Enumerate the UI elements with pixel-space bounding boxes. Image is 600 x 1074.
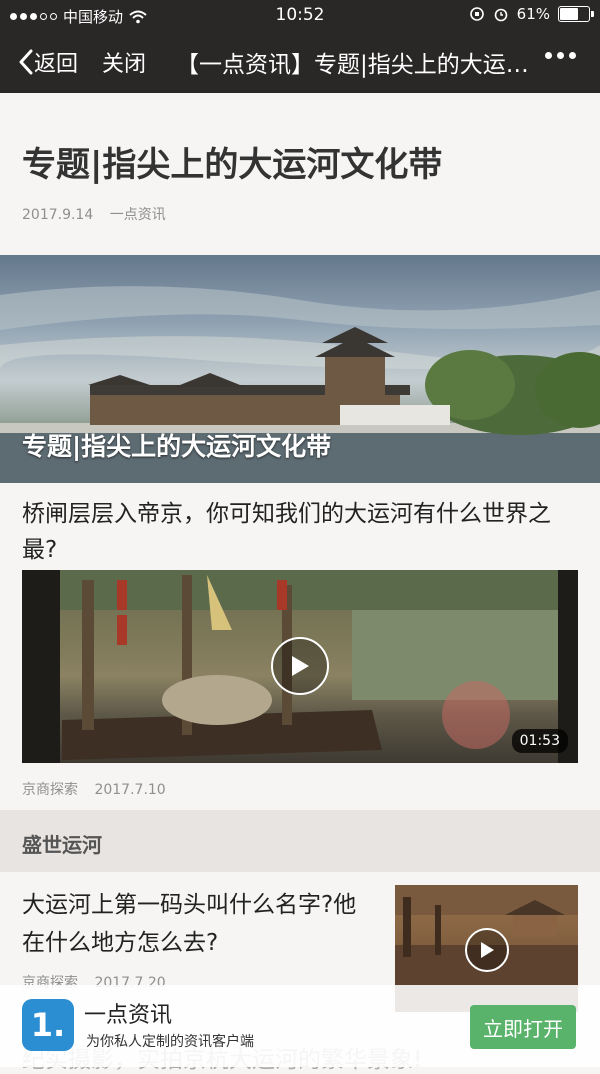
chevron-left-icon [19,49,33,75]
article-header: 专题|指尖上的大运河文化带 2017.9.14 一点资讯 [0,93,600,255]
feature-question[interactable]: 桥闸层层入帝京，你可知我们的大运河有什么世界之最? [22,496,582,568]
app-logo: 1. [22,999,74,1051]
video-play-button[interactable] [271,637,329,695]
battery-percent: 61% [516,5,550,23]
battery-icon [558,6,594,22]
banner-caption: 专题|指尖上的大运河文化带 [22,432,332,461]
open-app-button[interactable]: 立即打开 [470,1005,576,1049]
app-name: 一点资讯 [84,1003,173,1028]
article-title: 专题|指尖上的大运河文化带 [22,145,443,185]
video-date: 2017.7.10 [94,782,166,798]
play-icon [481,942,494,958]
article-source: 一点资讯 [109,207,166,223]
alarm-icon [494,8,507,22]
top-bar: 中国移动 10:52 61% 返回 关闭 【一点资讯】专题|指尖上的大运河 [0,0,600,93]
article-meta: 2017.9.14 一点资讯 [22,204,178,224]
video-player[interactable]: 01:53 [22,570,578,763]
app-slogan: 为你私人定制的资讯客户端 [86,1034,254,1050]
page-title: 【一点资讯】专题|指尖上的大运河文化带 [176,52,531,78]
section-header: 盛世运河 [0,810,600,872]
back-label: 返回 [34,52,79,77]
video-source: 京商探索 [22,782,78,798]
video-meta: 京商探索 2017.7.10 [22,779,178,799]
back-button[interactable]: 返回 [18,46,78,78]
banner-image[interactable]: 专题|指尖上的大运河文化带 [0,255,600,483]
list-item-title: 大运河上第一码头叫什么名字?他在什么地方怎么去? [22,892,357,956]
nav-bar: 返回 关闭 【一点资讯】专题|指尖上的大运河文化带 [0,30,600,93]
article-date: 2017.9.14 [22,207,94,223]
orientation-lock-icon [469,7,484,21]
more-dots-icon[interactable] [545,52,576,59]
play-icon [292,656,309,676]
thumbnail-play-button[interactable] [465,928,509,972]
app-download-banner: 1. 一点资讯 为你私人定制的资讯客户端 立即打开 [0,985,600,1067]
status-bar: 中国移动 10:52 61% [0,0,600,30]
close-button[interactable]: 关闭 [102,46,146,78]
section-label: 盛世运河 [22,833,102,857]
video-duration: 01:53 [511,729,568,753]
